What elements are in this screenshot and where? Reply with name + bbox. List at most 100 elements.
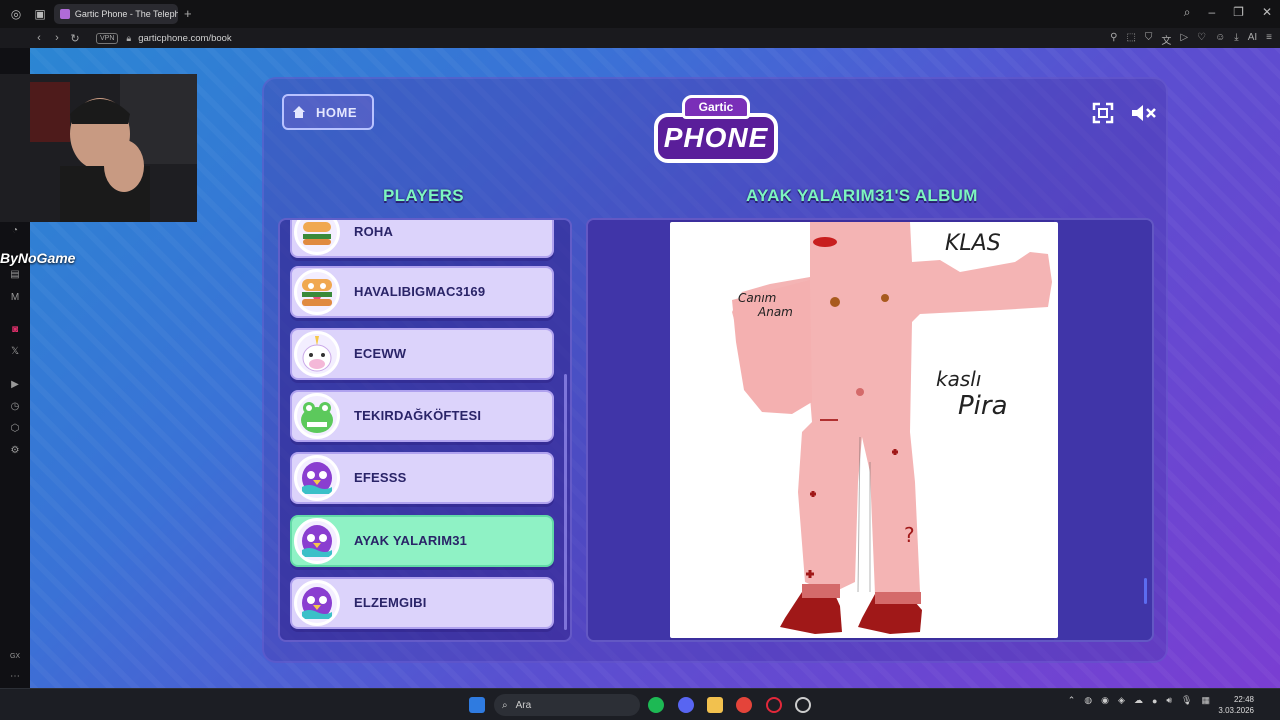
menu-icon[interactable]: ≡ <box>1266 32 1272 47</box>
forward-icon[interactable]: › <box>48 32 66 44</box>
drawing-text-pira: Pira <box>958 391 1008 421</box>
player-name: TEKIRDAĞKÖFTESI <box>354 408 482 423</box>
maximize-icon[interactable]: ❐ <box>1233 5 1244 20</box>
heart-icon[interactable]: ♡ <box>1197 32 1206 47</box>
vpn-badge[interactable]: VPN <box>96 32 119 44</box>
shield-icon[interactable]: ⛉ <box>1145 32 1153 47</box>
taskbar-search[interactable]: ⌕ Ara <box>494 694 640 716</box>
webcam-feed <box>0 74 197 222</box>
purple-bird-avatar-icon <box>294 455 340 501</box>
m-icon[interactable]: M <box>8 291 22 305</box>
clock-time: 22:48 <box>1233 695 1254 704</box>
close-window-icon[interactable]: ✕ <box>1262 5 1272 20</box>
pin-icon[interactable]: ⚲ <box>1110 32 1117 47</box>
player-card[interactable]: ELZEMGIBI <box>290 577 554 629</box>
logo-phone-text: PHONE <box>663 122 769 153</box>
album-panel: KLAS Canım Anam kaslı Pira ? <box>586 218 1154 642</box>
frog-avatar-icon <box>294 393 340 439</box>
player-card[interactable]: TEKIRDAĞKÖFTESI <box>290 390 554 442</box>
start-icon[interactable] <box>469 697 485 713</box>
player-card[interactable]: HAVALIBIGMAC3169 <box>290 266 554 318</box>
new-tab-icon[interactable]: + <box>184 6 192 21</box>
download-icon[interactable]: ⤓ <box>1234 32 1238 47</box>
drawing-text-canim: Canım <box>738 291 776 305</box>
gartic-favicon-icon <box>60 9 70 19</box>
system-tray: ⌃ ◍ ◉ ◈ ☁ ● 🔊︎ 🎙︎ ▦ <box>1068 695 1210 706</box>
purple-bird-avatar-icon <box>294 580 340 626</box>
lock-icon: 🔒︎ <box>126 32 132 43</box>
players-title: PLAYERS <box>383 186 464 205</box>
burger-avatar-icon <box>294 269 340 315</box>
workspaces-icon[interactable]: ▣ <box>32 6 48 22</box>
tray-discord-icon[interactable]: ◉ <box>1101 695 1109 706</box>
history-icon[interactable]: ◔ <box>8 224 22 238</box>
play-icon[interactable]: ▷ <box>1180 32 1188 47</box>
windows-taskbar: ⌕ Ara ⌃ ◍ ◉ ◈ ☁ ● 🔊︎ 🎙︎ ▦ 22:48 3.03.202… <box>0 688 1280 720</box>
game-icon[interactable]: ▤ <box>8 268 22 282</box>
screen: ◎ ▣ Gartic Phone - The Teleph + ⌕ – ❐ ✕ … <box>0 0 1280 720</box>
purple-bird-avatar-icon <box>294 518 340 564</box>
mic-icon[interactable]: 🎙︎ <box>1181 695 1192 706</box>
streamer-tag: ByNoGame <box>0 250 76 266</box>
steam-icon[interactable] <box>795 697 811 713</box>
player-card-active[interactable]: AYAK YALARIM31 <box>290 515 554 567</box>
gartic-page: HOME PHONE Gartic PLAYERS AYAK YALARIM31… <box>30 48 1280 688</box>
instagram-icon[interactable]: ◙ <box>8 323 22 337</box>
tray-spotify-icon[interactable]: ● <box>1152 696 1157 706</box>
file-explorer-icon[interactable] <box>707 697 723 713</box>
taskbar-clock[interactable]: 22:48 3.03.2026 <box>1218 694 1254 716</box>
minimize-icon[interactable]: – <box>1208 5 1215 20</box>
more-icon[interactable]: ⋯ <box>8 670 22 684</box>
player-name: ROHA <box>354 224 394 239</box>
drawing-text-anam: Anam <box>757 305 793 319</box>
mute-icon[interactable] <box>1130 102 1158 124</box>
volume-icon[interactable]: 🔊︎ <box>1166 695 1172 706</box>
home-label: HOME <box>316 104 357 120</box>
player-icon[interactable]: ▶ <box>8 378 22 392</box>
fullscreen-icon[interactable] <box>1092 102 1114 124</box>
settings-icon[interactable]: ⚙ <box>8 444 22 458</box>
player-card[interactable]: ROHA <box>290 220 554 258</box>
translate-icon[interactable]: 文 <box>1161 32 1171 47</box>
x-icon[interactable]: 𝕏 <box>8 345 22 359</box>
player-name: ELZEMGIBI <box>354 595 427 610</box>
back-icon[interactable]: ‹ <box>30 32 48 44</box>
tab-gartic-phone[interactable]: Gartic Phone - The Teleph <box>54 4 178 24</box>
search-input[interactable]: Ara <box>516 700 532 711</box>
logo-gartic-text: Gartic <box>698 100 734 114</box>
chrome-icon[interactable] <box>736 697 752 713</box>
drawing-canvas: KLAS Canım Anam kaslı Pira ? <box>670 222 1058 638</box>
tray-app-icon[interactable]: ◍ <box>1084 695 1092 706</box>
unicorn-avatar-icon <box>294 331 340 377</box>
reload-icon[interactable]: ↻ <box>66 32 84 45</box>
drawing-text-question: ? <box>904 523 915 547</box>
spotify-icon[interactable] <box>648 697 664 713</box>
network-icon[interactable]: ▦ <box>1201 695 1210 706</box>
opera-gx-icon[interactable] <box>766 697 782 713</box>
players-scrollbar[interactable] <box>564 374 567 630</box>
home-icon <box>293 106 305 118</box>
address-bar: ‹ › ↻ VPN 🔒︎ garticphone.com/book ⚲ ⬚ ⛉ … <box>0 28 1280 48</box>
gartic-phone-logo: PHONE Gartic <box>654 95 778 169</box>
tray-expand-icon[interactable]: ⌃ <box>1068 695 1076 706</box>
ai-icon[interactable]: AI <box>1248 32 1257 47</box>
drawing-text-kasli: kaslı <box>936 367 981 391</box>
home-button[interactable]: HOME <box>282 94 374 130</box>
tray-steam-icon[interactable]: ◈ <box>1118 695 1125 706</box>
logo-phone-body: PHONE <box>654 113 778 163</box>
gx-icon[interactable]: GX <box>8 650 22 664</box>
tray-cloud-icon[interactable]: ☁ <box>1134 695 1143 706</box>
browser-menu-icon[interactable]: ◎ <box>8 6 24 22</box>
snapshot-icon[interactable]: ⬚ <box>1126 32 1135 47</box>
search-tabs-icon[interactable]: ⌕ <box>1184 5 1191 20</box>
album-scrollbar[interactable] <box>1144 578 1147 604</box>
discord-icon[interactable] <box>678 697 694 713</box>
players-list[interactable]: ROHA HAVALIBIGMAC3169 ECEWW TEKIRDAĞKÖFT… <box>278 218 572 642</box>
extensions-icon[interactable]: ⬡ <box>8 422 22 436</box>
clock-icon[interactable]: ◷ <box>8 400 22 414</box>
player-drawing: KLAS Canım Anam kaslı Pira ? <box>732 222 1052 634</box>
player-card[interactable]: ECEWW <box>290 328 554 380</box>
player-card[interactable]: EFESSS <box>290 452 554 504</box>
profile-icon[interactable]: ☺ <box>1215 32 1225 47</box>
url-field[interactable]: garticphone.com/book <box>138 33 231 44</box>
